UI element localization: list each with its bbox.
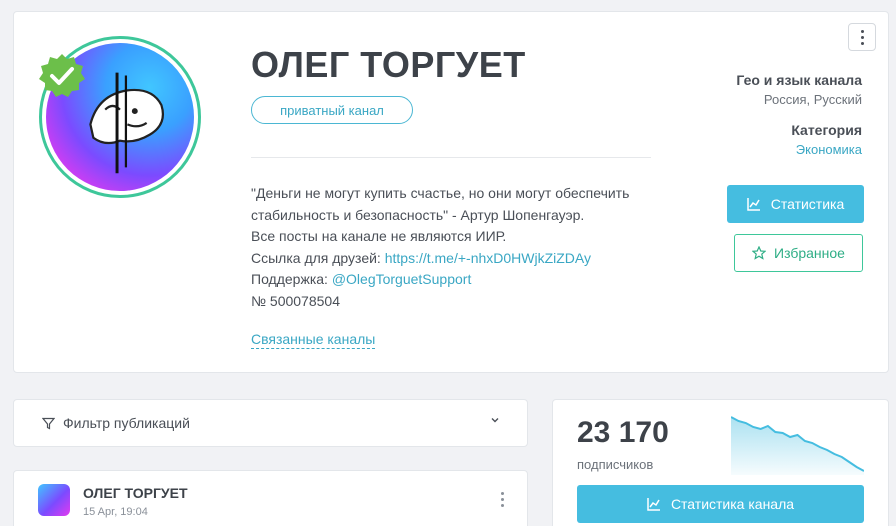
geo-label: Гео и язык канала — [736, 72, 862, 88]
post-date: 15 Apr, 19:04 — [83, 506, 148, 518]
post-avatar — [38, 484, 70, 516]
filter-icon — [42, 417, 55, 429]
support-link[interactable]: @OlegTorguetSupport — [332, 271, 472, 287]
divider — [251, 157, 651, 158]
channel-description: "Деньги не могут купить счастье, но они … — [251, 183, 671, 312]
invite-link[interactable]: https://t.me/+-nhxD0HWjkZiZDAy — [385, 250, 591, 266]
channel-statistics-label: Статистика канала — [670, 496, 795, 512]
subscribers-count: 23 170 — [577, 416, 669, 449]
statistics-button[interactable]: Статистика — [727, 185, 864, 223]
description-link-line: Ссылка для друзей: https://t.me/+-nhxD0H… — [251, 249, 592, 266]
channel-profile-card: ОЛЕГ ТОРГУЕТ приватный канал "Деньги не … — [13, 11, 889, 373]
favorite-button-label: Избранное — [774, 245, 845, 261]
description-line: "Деньги не могут купить счастье, но они … — [251, 185, 630, 201]
chart-icon — [647, 498, 660, 511]
verified-icon — [39, 54, 85, 97]
category-label: Категория — [791, 122, 862, 138]
description-line: стабильность и безопасность" - Артур Шоп… — [251, 206, 585, 223]
subscribers-sparkline — [731, 416, 864, 475]
description-support-line: Поддержка: @OlegTorguetSupport — [251, 271, 472, 287]
subscribers-card: 23 170 подписчиков Статистика канала — [552, 399, 889, 526]
statistics-button-label: Статистика — [770, 196, 845, 212]
post-author: ОЛЕГ ТОРГУЕТ — [83, 485, 188, 501]
channel-title: ОЛЕГ ТОРГУЕТ — [251, 44, 526, 85]
chevron-down-icon[interactable] — [489, 414, 501, 426]
more-vertical-icon[interactable] — [848, 23, 876, 51]
private-channel-badge: приватный канал — [251, 96, 413, 124]
geo-value: Россия, Русский — [763, 92, 862, 107]
subscribers-label: подписчиков — [577, 457, 654, 472]
channel-statistics-button[interactable]: Статистика канала — [577, 485, 864, 523]
favorite-button[interactable]: Избранное — [734, 234, 863, 272]
publications-filter[interactable]: Фильтр публикаций — [13, 399, 528, 447]
more-vertical-icon[interactable] — [501, 492, 504, 507]
channel-number: № 500078504 — [251, 292, 340, 309]
post-card: ОЛЕГ ТОРГУЕТ 15 Apr, 19:04 — [13, 470, 528, 526]
category-value[interactable]: Экономика — [791, 142, 862, 157]
description-line: Все посты на канале не являются ИИР. — [251, 228, 507, 244]
star-icon — [752, 246, 767, 260]
related-channels-link[interactable]: Связанные каналы — [251, 331, 376, 349]
chart-icon — [746, 198, 760, 211]
geo-block: Гео и язык канала Россия, Русский — [736, 72, 862, 107]
category-block: Категория Экономика — [791, 122, 862, 157]
filter-label: Фильтр публикаций — [63, 415, 190, 431]
